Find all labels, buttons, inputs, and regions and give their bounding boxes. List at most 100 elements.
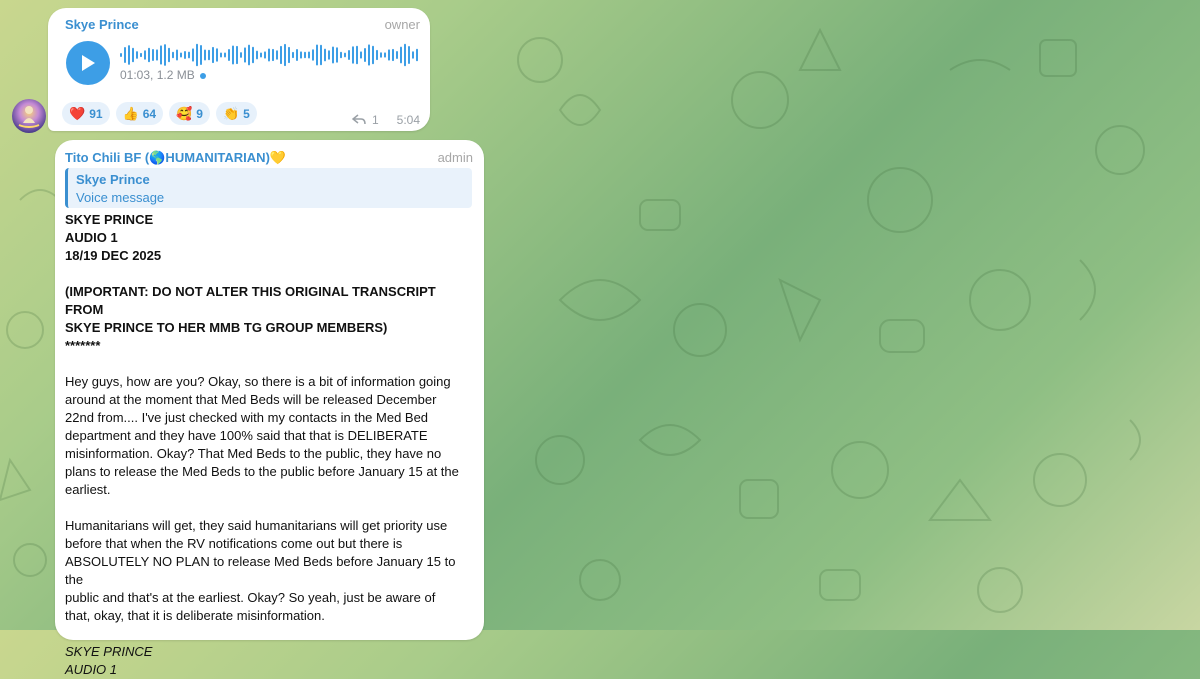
waveform-bar [240,52,242,58]
voice-message-bubble[interactable]: Skye Prince owner 01:03, 1.2 MB ❤️ 91 👍 64 🥰… [48,8,430,131]
sender-name[interactable]: Skye Prince [65,17,139,32]
waveform-bar [144,50,146,60]
waveform-bar [400,46,402,64]
waveform-bar [280,45,282,65]
waveform-bar [232,45,234,65]
reply-count[interactable]: 1 [372,113,379,127]
waveform-bar [220,52,222,58]
waveform-bar [292,51,294,59]
header-line: 18/19 DEC 2025 [65,248,162,263]
waveform-bar [356,45,358,65]
sender-name[interactable]: Tito Chili BF (🌎HUMANITARIAN)💛 [65,150,286,166]
play-button[interactable] [66,41,110,85]
waveform-bar [332,46,334,64]
paragraph-line: Hey guys, how are you? Okay, so there is… [65,374,451,389]
paragraph-line: department and they have 100% said that … [65,428,428,443]
reaction-pill[interactable]: 🥰 9 [169,102,210,125]
waveform-bar [336,47,338,63]
waveform-bar [120,53,122,57]
waveform-bar [412,51,414,59]
sender-avatar[interactable] [12,99,46,133]
duration-size-text: 01:03, 1.2 MB [120,68,195,82]
paragraph-line: plans to release the Med Beds to the pub… [65,464,459,479]
paragraph-line: around at the moment that Med Beds will … [65,392,437,407]
paragraph-line: earliest. [65,482,111,497]
waveform-bar [328,50,330,60]
quoted-message[interactable]: Skye Prince Voice message [65,168,472,208]
waveform-bar [180,52,182,58]
sender-role-badge: admin [437,150,473,165]
unplayed-dot [199,72,206,79]
waveform-bar [372,45,374,65]
reaction-count: 64 [142,106,157,121]
reply-arrow-icon[interactable] [351,114,366,126]
waveform-bar [316,44,318,66]
waveform-bar [244,47,246,63]
play-icon [82,55,95,71]
waveform-bar [360,51,362,59]
waveform-bar [296,49,298,61]
paragraph-line: misinformation. Okay? That Med Beds to t… [65,446,442,461]
waveform-bar [396,51,398,59]
waveform-bar [304,51,306,59]
waveform-bar [184,50,186,60]
signature-line: SKYE PRINCE [65,644,153,659]
waveform-bar [196,43,198,67]
paragraph-line: ABSOLUTELY NO PLAN to release Med Beds b… [65,554,456,587]
waveform-bar [276,50,278,60]
waveform-bar [176,49,178,61]
waveform-bar [164,44,166,66]
paragraph-line: 22nd from.... I've just checked with my … [65,410,429,425]
audio-waveform[interactable] [120,42,420,68]
waveform-bar [380,52,382,58]
reaction-pill[interactable]: 👍 64 [115,102,164,125]
paragraph-line: before that when the RV notifications co… [65,536,403,551]
waveform-bar [344,52,346,58]
reaction-pill[interactable]: ❤️ 91 [62,102,110,125]
waveform-bar [388,49,390,61]
waveform-bar [324,48,326,62]
waveform-bar [216,48,218,62]
quoted-text: Voice message [76,190,165,205]
waveform-bar [416,48,418,62]
meditating-figure-icon [18,106,40,128]
stars-line: ******* [65,338,101,353]
waveform-bar [284,43,286,67]
waveform-bar [212,46,214,64]
paragraph-line: that, okay, that it is deliberate misinf… [65,608,325,623]
waveform-bar [352,46,354,64]
waveform-bar [160,45,162,65]
sender-role-badge: owner [384,17,420,32]
waveform-bar [172,51,174,59]
waveform-bar [268,48,270,62]
waveform-bar [156,49,158,61]
reaction-emoji-icon: 👍 [122,105,139,121]
waveform-bar [368,44,370,66]
reaction-count: 9 [196,106,203,121]
waveform-bar [384,52,386,58]
reaction-count: 91 [89,106,103,121]
waveform-bar [408,46,410,64]
voice-duration-size: 01:03, 1.2 MB [120,68,206,82]
waveform-bar [204,49,206,61]
waveform-bar [272,48,274,62]
waveform-bar [140,52,142,58]
waveform-bar [376,49,378,61]
message-text: SKYE PRINCE AUDIO 1 18/19 DEC 2025 (IMPO… [65,211,475,679]
waveform-bar [320,44,322,66]
reactions-bar: ❤️ 91 👍 64 🥰 9 👏 5 [62,102,257,125]
waveform-bar [340,51,342,59]
reaction-pill[interactable]: 👏 5 [215,102,257,125]
header-line: AUDIO 1 [65,230,118,245]
quoted-sender: Skye Prince [76,172,150,187]
message-time: 5:04 [396,113,420,127]
waveform-bar [132,47,134,63]
waveform-bar [288,46,290,64]
waveform-bar [128,45,130,65]
message-footer: 1 5:04 [351,113,420,127]
waveform-bar [260,52,262,58]
reply-message-bubble[interactable]: Tito Chili BF (🌎HUMANITARIAN)💛 admin Sky… [55,140,484,677]
reaction-emoji-icon: 👏 [222,105,240,121]
waveform-bar [152,49,154,61]
waveform-bar [256,50,258,60]
